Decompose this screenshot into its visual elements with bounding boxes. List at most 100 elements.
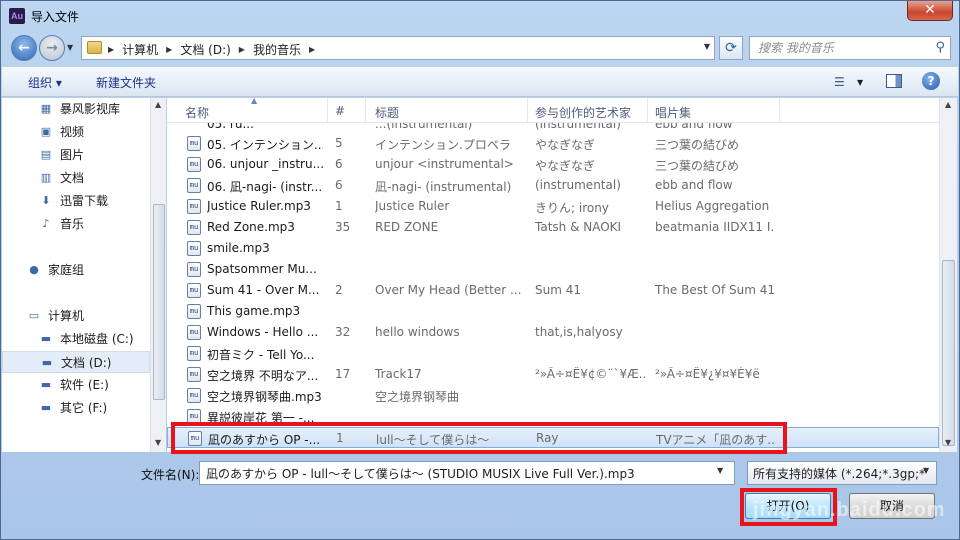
download-icon: ⬇: [41, 194, 51, 207]
sidebar-item-label: 其它 (F:): [60, 401, 108, 415]
file-type-select[interactable]: 所有支持的媒体 (*.264;*.3gp;*: [747, 461, 937, 485]
view-details-icon[interactable]: ☰: [834, 75, 845, 89]
sidebar-item[interactable]: ▣ 视频: [2, 121, 150, 143]
column-header: ▲ 名称 # 标题 参与创作的艺术家 唱片集: [167, 98, 939, 123]
scroll-down-icon[interactable]: ▼: [155, 438, 161, 447]
column-title[interactable]: 标题: [375, 104, 399, 121]
file-album: Helius Aggregation: [655, 199, 770, 213]
file-row[interactable]: mu 初音ミク - Tell Yo...: [167, 343, 939, 364]
sidebar-item-label: 视频: [60, 125, 85, 139]
close-button[interactable]: ✕: [907, 1, 953, 21]
file-name: smile.mp3: [207, 241, 270, 255]
column-divider[interactable]: [779, 98, 780, 123]
audio-file-icon: mu: [187, 241, 201, 256]
forward-button[interactable]: →: [39, 35, 65, 61]
audio-file-icon: mu: [187, 346, 201, 361]
file-list-scrollbar-thumb[interactable]: [942, 260, 955, 446]
audio-file-icon: mu: [187, 304, 201, 319]
sidebar-item-label: 文档 (D:): [61, 356, 112, 370]
video-library-icon: ▦: [40, 102, 52, 115]
column-divider[interactable]: [527, 98, 528, 123]
view-dropdown-icon[interactable]: ▼: [857, 78, 863, 87]
breadcrumb-my-music[interactable]: 我的音乐: [253, 41, 301, 58]
organize-button[interactable]: 组织 ▾: [28, 74, 62, 91]
file-artist: きりん; irony: [535, 201, 609, 215]
file-name: Red Zone.mp3: [207, 220, 295, 234]
file-row[interactable]: mu Sum 41 - Over M... 2 Over My Head (Bette…: [167, 280, 939, 301]
chevron-right-icon[interactable]: ▶: [166, 45, 172, 54]
search-input[interactable]: [758, 40, 928, 56]
audio-file-icon: mu: [187, 262, 201, 277]
sidebar-item[interactable]: ▭ 计算机: [2, 305, 150, 327]
file-row[interactable]: mu Windows - Hello ... 32 hello windows that…: [167, 322, 939, 343]
back-button[interactable]: ←: [11, 35, 37, 61]
sidebar-item[interactable]: ▬ 其它 (F:): [2, 397, 150, 419]
preview-pane-icon[interactable]: [886, 74, 902, 88]
scroll-up-icon[interactable]: ▲: [155, 100, 161, 109]
drive-icon: ▬: [41, 356, 53, 369]
homegroup-icon: ●: [29, 263, 39, 276]
sidebar-item[interactable]: ▬ 软件 (E:): [2, 374, 150, 396]
help-icon[interactable]: ?: [922, 72, 940, 90]
search-icon[interactable]: ⚲: [935, 40, 945, 55]
sidebar-item[interactable]: ⬇ 迅雷下载: [2, 190, 150, 212]
folder-icon: [87, 41, 102, 54]
sidebar-item[interactable]: ▤ 图片: [2, 144, 150, 166]
file-num: 32: [335, 325, 351, 339]
file-type-dropdown-icon[interactable]: ▼: [923, 466, 929, 475]
file-title: unjour <instrumental>: [375, 157, 514, 171]
column-divider[interactable]: [327, 98, 328, 123]
file-row[interactable]: mu Red Zone.mp3 35 RED ZONE Tatsh & NAOKI bea…: [167, 217, 939, 238]
scroll-up-icon[interactable]: ▲: [945, 100, 951, 109]
address-dropdown-icon[interactable]: ▼: [704, 42, 710, 51]
file-artist: Sum 41: [535, 283, 581, 297]
filename-field[interactable]: 凪のあすから OP - lull～そして僕らは～ (STUDIO MUSIX L…: [199, 461, 735, 485]
sidebar-item-label: 暴风影视库: [60, 102, 121, 116]
refresh-button[interactable]: ⟳: [719, 36, 743, 60]
breadcrumb-drive-d[interactable]: 文档 (D:): [180, 41, 230, 58]
file-row[interactable]: mu 空之境界钢琴曲.mp3 空之境界钢琴曲: [167, 385, 939, 406]
file-album: The Best Of Sum 41: [655, 283, 775, 297]
nav-scrollbar-thumb[interactable]: [153, 204, 165, 400]
new-folder-button[interactable]: 新建文件夹: [96, 74, 156, 91]
file-row[interactable]: mu Justice Ruler.mp3 1 Justice Ruler きりん; ir…: [167, 196, 939, 217]
drive-icon: ▬: [40, 401, 52, 414]
nav-scrollbar[interactable]: ▲ ▼: [150, 98, 166, 452]
column-number[interactable]: #: [335, 104, 345, 118]
scroll-down-icon[interactable]: ▼: [945, 438, 951, 447]
address-bar[interactable]: ▶ 计算机 ▶ 文档 (D:) ▶ 我的音乐 ▶ ▼: [81, 36, 715, 60]
search-box[interactable]: ⚲: [749, 36, 951, 60]
chevron-right-icon[interactable]: ▶: [239, 45, 245, 54]
file-list: ▲ 名称 # 标题 参与创作的艺术家 唱片集 05. ru... ...(ins…: [167, 98, 939, 452]
file-row[interactable]: mu 06. unjour _instru... 6 unjour <instrume…: [167, 154, 939, 175]
column-artist[interactable]: 参与创作的艺术家: [535, 104, 631, 121]
sidebar-item[interactable]: ♪ 音乐: [2, 213, 150, 235]
sidebar-item[interactable]: ▬ 本地磁盘 (C:): [2, 328, 150, 350]
file-row[interactable]: mu 05. インテンション... 5 インテンション.プロペラ やなぎなぎ 三つ葉の結び…: [167, 133, 939, 154]
chevron-right-icon[interactable]: ▶: [309, 45, 315, 54]
file-row[interactable]: mu This game.mp3: [167, 301, 939, 322]
picture-icon: ▤: [40, 148, 52, 161]
breadcrumb-computer[interactable]: 计算机: [122, 41, 158, 58]
recent-pages-dropdown-icon[interactable]: ▼: [67, 43, 73, 52]
file-list-scrollbar[interactable]: ▲ ▼: [939, 98, 957, 452]
file-title: Justice Ruler: [375, 199, 450, 213]
file-album: ²»Ã÷¤Ê¥¿¥¤¥È¥ë: [655, 367, 760, 381]
column-name[interactable]: 名称: [185, 104, 209, 121]
file-num: 17: [335, 367, 351, 381]
file-row[interactable]: mu Spatsommer Mu...: [167, 259, 939, 280]
sidebar-item[interactable]: ▦ 暴风影视库: [2, 98, 150, 120]
file-row[interactable]: mu smile.mp3: [167, 238, 939, 259]
sidebar-item[interactable]: ▬ 文档 (D:): [2, 351, 150, 373]
column-divider[interactable]: [365, 98, 366, 123]
file-row[interactable]: mu 空之境界 不明なア... 17 Track17 ²»Ã÷¤Ê¥¢©¨`¥Æ... ²…: [167, 364, 939, 385]
chevron-right-icon[interactable]: ▶: [108, 45, 114, 54]
sidebar-item[interactable]: ▥ 文档: [2, 167, 150, 189]
column-album[interactable]: 唱片集: [655, 104, 691, 121]
filename-dropdown-icon[interactable]: ▼: [717, 466, 723, 475]
sidebar-item[interactable]: ● 家庭组: [2, 259, 150, 281]
column-divider[interactable]: [647, 98, 648, 123]
file-row[interactable]: mu 06. 凪-nagi- (instr... 6 凪-nagi- (instrum…: [167, 175, 939, 196]
navigation-bar: ← → ▼ ▶ 计算机 ▶ 文档 (D:) ▶ 我的音乐 ▶ ▼ ⟳ ⚲: [1, 31, 959, 65]
title-bar[interactable]: Au 导入文件 ✕: [1, 1, 959, 31]
